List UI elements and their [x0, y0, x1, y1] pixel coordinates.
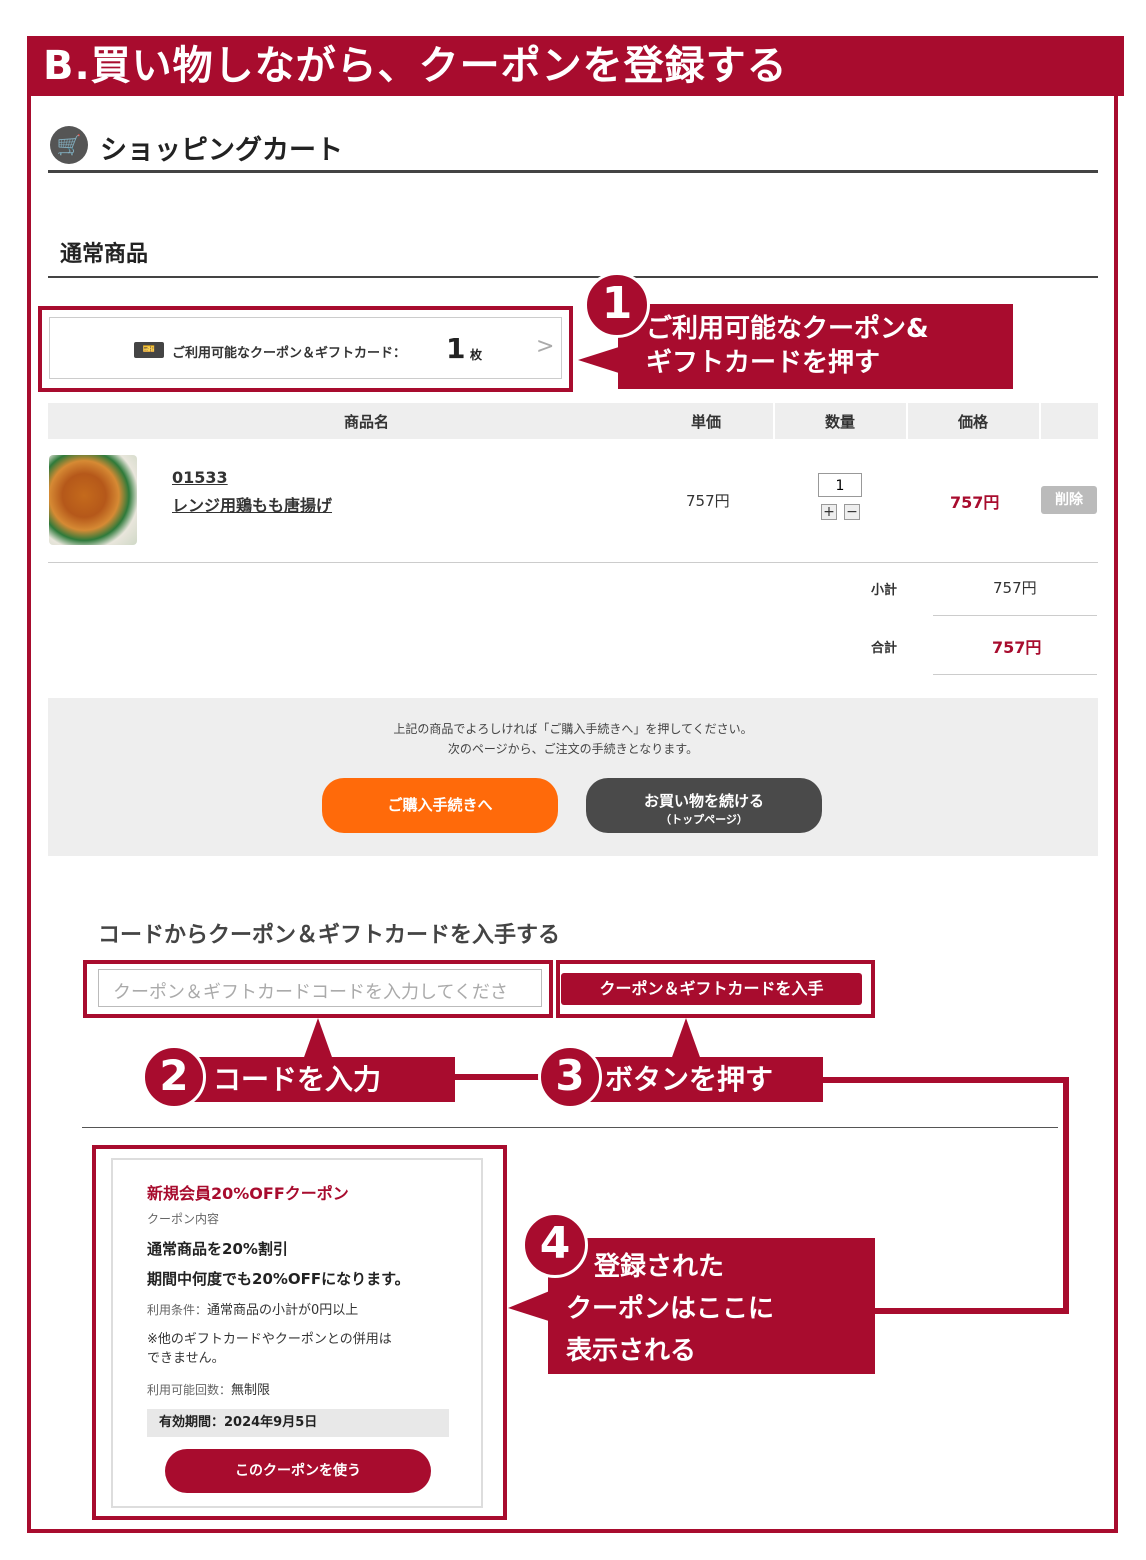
- callout-2: コードを入力: [183, 1057, 455, 1102]
- row-divider: [48, 562, 1098, 563]
- continue-shopping-sub: （トップページ）: [660, 813, 748, 826]
- callout-1-pointer: [578, 346, 622, 374]
- coupon-usage: 利用可能回数：無制限: [147, 1379, 270, 1398]
- coupon-note-1: ※他のギフトカードやクーポンとの併用は: [147, 1332, 392, 1347]
- callout-4-line-2: クーポンはここに: [566, 1294, 775, 1324]
- page-banner: B.買い物しながら、クーポンを登録する: [27, 36, 1124, 96]
- header-divider: [773, 403, 775, 439]
- quantity-input[interactable]: 1: [818, 473, 862, 497]
- usage-value: 無制限: [231, 1383, 271, 1398]
- use-coupon-button[interactable]: このクーポンを使う: [165, 1449, 431, 1493]
- cart-icon: 🛒: [50, 126, 88, 164]
- header-quantity: 数量: [825, 413, 856, 431]
- condition-value: 通常商品の小計が0円以上: [207, 1303, 359, 1318]
- coupon-button-label: ご利用可能なクーポン＆ギフトカード：: [172, 346, 407, 361]
- header-product: 商品名: [344, 413, 390, 431]
- coupon-line-1: 通常商品を20%割引: [147, 1240, 288, 1258]
- header-unit-price: 単価: [691, 413, 722, 431]
- coupon-content-label: クーポン内容: [147, 1212, 220, 1226]
- section-divider: [82, 1127, 1058, 1128]
- continue-shopping-button[interactable]: お買い物を続ける （トップページ）: [586, 778, 822, 833]
- step-2-badge: 2: [142, 1045, 206, 1109]
- code-section-title: コードからクーポン＆ギフトカードを入手する: [98, 923, 561, 948]
- ticket-icon: 🎫: [134, 342, 164, 358]
- purchase-button[interactable]: ご購入手続きへ: [322, 778, 558, 833]
- total-label: 合計: [871, 641, 898, 656]
- registered-coupon-card: 新規会員20%OFFクーポン クーポン内容 通常商品を20%割引 期間中何度でも…: [111, 1158, 483, 1508]
- cart-title: ショッピングカート: [100, 135, 343, 166]
- product-code-link[interactable]: 01533: [172, 468, 228, 487]
- header-divider: [1039, 403, 1041, 439]
- coupon-count: 1: [446, 332, 466, 365]
- row-price: 757円: [950, 493, 1000, 512]
- header-divider: [906, 403, 908, 439]
- total-value: 757円: [992, 638, 1042, 657]
- checkout-panel: 上記の商品でよろしければ「ご購入手続きへ」を押してください。 次のページから、ご…: [48, 698, 1098, 856]
- step-1-badge: 1: [584, 272, 650, 338]
- coupon-unit: 枚: [470, 348, 483, 362]
- quantity-minus-button[interactable]: −: [844, 504, 860, 520]
- coupon-code-input[interactable]: クーポン＆ギフトカードコードを入力してくださ: [98, 969, 542, 1007]
- callout-1-line-2: ギフトカードを押す: [646, 348, 881, 378]
- unit-price: 757円: [686, 492, 730, 510]
- coupon-note-2: できません。: [147, 1351, 225, 1366]
- callout-4-line-3: 表示される: [566, 1336, 697, 1366]
- callout-4-line-1: 登録された: [594, 1252, 725, 1282]
- checkout-message-1: 上記の商品でよろしければ「ご購入手続きへ」を押してください。: [393, 722, 753, 736]
- chevron-right-icon: >: [536, 334, 555, 359]
- usage-label: 利用可能回数：: [147, 1383, 232, 1397]
- product-image: [49, 455, 137, 545]
- cart-table-header: 商品名 単価 数量 価格: [48, 403, 1098, 439]
- callout-1-line-1: ご利用可能なクーポン&: [646, 314, 929, 344]
- continue-shopping-label: お買い物を続ける: [643, 792, 764, 810]
- totals-divider: [933, 674, 1097, 675]
- product-name-link[interactable]: レンジ用鶏もも唐揚げ: [172, 492, 332, 516]
- header-price: 価格: [958, 413, 989, 431]
- coupon-condition: 利用条件：通常商品の小計が0円以上: [147, 1299, 358, 1318]
- section-title: 通常商品: [60, 242, 149, 267]
- callout-3: ボタンを押す: [573, 1057, 823, 1102]
- checkout-message-2: 次のページから、ご注文の手続きとなります。: [447, 742, 699, 756]
- get-coupon-button[interactable]: クーポン＆ギフトカードを入手: [561, 973, 862, 1005]
- subtotal-label: 小計: [871, 583, 898, 598]
- callout-4: 登録された クーポンはここに 表示される: [548, 1238, 875, 1374]
- quantity-plus-button[interactable]: +: [821, 504, 837, 520]
- condition-label: 利用条件：: [147, 1303, 208, 1317]
- available-coupons-button[interactable]: 🎫 ご利用可能なクーポン＆ギフトカード： 1 枚 >: [49, 317, 562, 379]
- section-header: 通常商品: [48, 232, 1098, 278]
- callout-4-pointer: [508, 1290, 552, 1322]
- coupon-line-2: 期間中何度でも20%OFFになります。: [147, 1270, 410, 1288]
- coupon-validity: 有効期間：2024年9月5日: [147, 1409, 449, 1437]
- delete-button[interactable]: 削除: [1041, 486, 1097, 514]
- coupon-title: 新規会員20%OFFクーポン: [147, 1184, 349, 1203]
- totals-divider: [933, 615, 1097, 616]
- cart-header: 🛒 ショッピングカート: [48, 122, 1098, 173]
- step-4-badge: 4: [522, 1212, 588, 1278]
- callout-1: ご利用可能なクーポン& ギフトカードを押す: [618, 304, 1013, 389]
- step-3-badge: 3: [538, 1045, 602, 1109]
- subtotal-value: 757円: [993, 579, 1037, 597]
